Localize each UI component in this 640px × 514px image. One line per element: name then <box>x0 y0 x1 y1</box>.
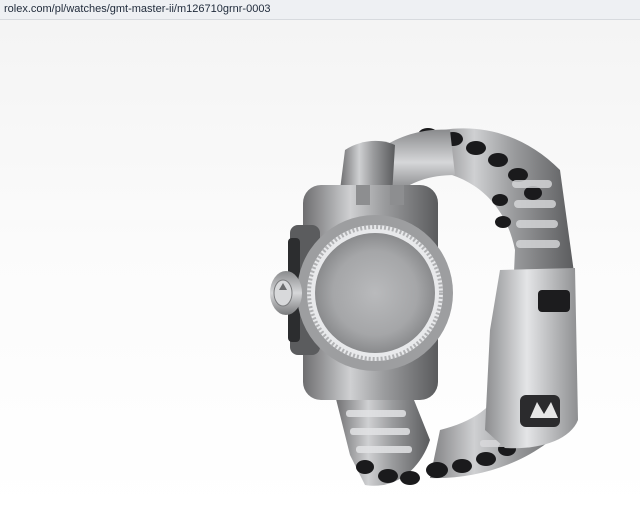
watch-caseback-image <box>270 128 578 486</box>
winding-crown-icon <box>270 271 302 315</box>
product-viewport <box>0 20 640 514</box>
url-text: rolex.com/pl/watches/gmt-master-ii/m1267… <box>4 3 271 15</box>
address-bar[interactable]: rolex.com/pl/watches/gmt-master-ii/m1267… <box>0 0 640 20</box>
bracelet-clasp <box>485 268 578 449</box>
watch-caseback <box>297 215 453 371</box>
bracelet-bottom <box>335 390 430 486</box>
